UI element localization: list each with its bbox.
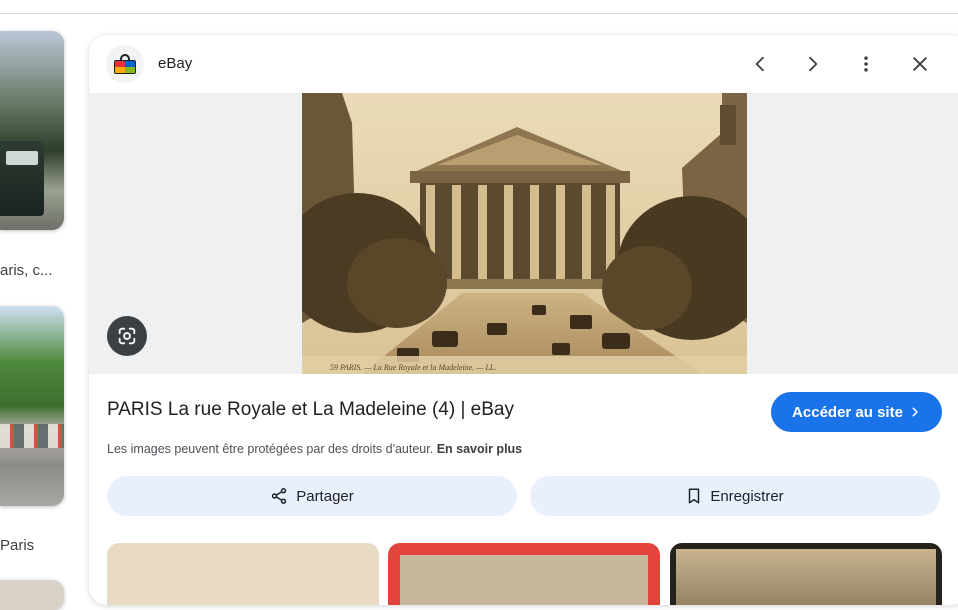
share-label: Partager [296, 487, 354, 505]
save-button[interactable]: Enregistrer [530, 476, 940, 516]
barrier-shape [0, 424, 64, 448]
chevron-right-small-icon [912, 407, 918, 417]
share-icon [272, 488, 287, 504]
more-vert-icon [864, 56, 868, 72]
result-thumbnail-1[interactable] [0, 31, 64, 230]
save-label: Enregistrer [710, 487, 784, 505]
previous-image-button[interactable] [746, 50, 774, 78]
site-name[interactable]: eBay [158, 55, 192, 72]
close-icon [913, 57, 927, 71]
visit-site-button[interactable]: Accéder au site [771, 392, 942, 432]
copyright-notice: Les images peuvent être protégées par de… [107, 442, 522, 456]
related-image-2[interactable] [388, 543, 660, 605]
madeleine-postcard-illustration: 59 PARIS. — La Rue Royale et la Madelein… [302, 93, 747, 374]
next-image-button[interactable] [799, 50, 827, 78]
google-lens-icon [118, 327, 136, 345]
more-options-button[interactable] [852, 50, 880, 78]
ebay-favicon-icon [114, 54, 136, 74]
postcard-caption: 59 PARIS. — La Rue Royale et la Madelein… [330, 363, 496, 372]
chevron-right-icon [809, 56, 818, 72]
viewer-header: eBay [89, 35, 958, 93]
image-viewer-panel: eBay 59 PARIS. — La Rue Royale et la Mad… [89, 35, 958, 605]
share-button[interactable]: Partager [107, 476, 517, 516]
image-preview-area: 59 PARIS. — La Rue Royale et la Madelein… [89, 93, 958, 374]
result-caption-1[interactable]: aris, c... [0, 262, 53, 279]
main-preview-image[interactable]: 59 PARIS. — La Rue Royale et la Madelein… [302, 93, 747, 374]
top-divider [0, 13, 958, 14]
image-title[interactable]: PARIS La rue Royale et La Madeleine (4) … [107, 399, 514, 421]
related-image-1[interactable] [107, 543, 379, 605]
result-thumbnail-3[interactable] [0, 580, 64, 610]
google-lens-button[interactable] [107, 316, 147, 356]
related-image-3[interactable] [670, 543, 942, 605]
site-favicon[interactable] [106, 45, 144, 83]
learn-more-link[interactable]: En savoir plus [437, 442, 522, 456]
result-caption-2[interactable]: Paris [0, 537, 34, 554]
visit-site-label: Accéder au site [792, 403, 903, 421]
close-viewer-button[interactable] [906, 50, 934, 78]
result-thumbnail-2[interactable] [0, 306, 64, 506]
bookmark-icon [689, 488, 700, 504]
chevron-left-icon [755, 56, 764, 72]
copyright-text: Les images peuvent être protégées par de… [107, 442, 437, 456]
bus-shape [0, 141, 44, 216]
